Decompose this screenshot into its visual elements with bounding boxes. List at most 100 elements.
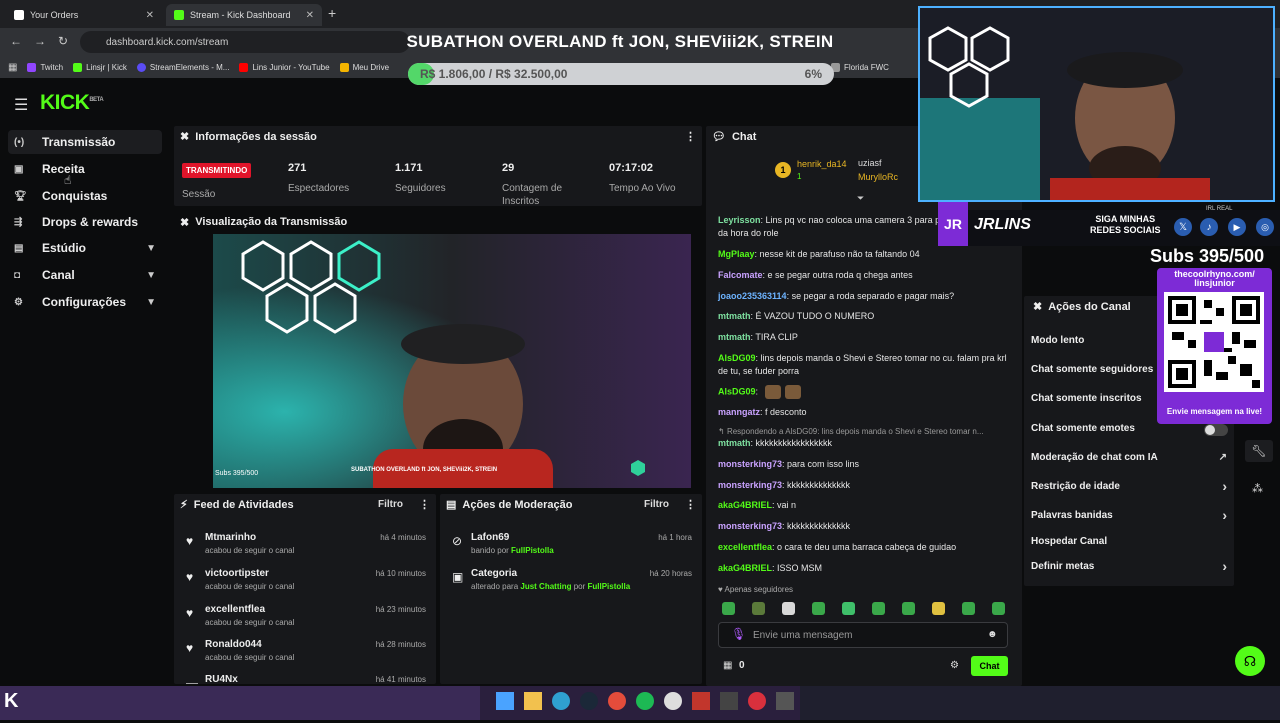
emote-icon[interactable] bbox=[782, 602, 795, 615]
chevron-down-icon[interactable]: ⏷ bbox=[857, 193, 864, 204]
pinned-user-2[interactable]: uziasf bbox=[858, 158, 882, 168]
edge-icon[interactable] bbox=[552, 692, 570, 710]
chat-bubble-icon: 💬︎ bbox=[712, 131, 726, 143]
steam-icon[interactable] bbox=[580, 692, 598, 710]
settings-icon[interactable]: ⚙ bbox=[950, 660, 959, 671]
emote-icon[interactable] bbox=[992, 602, 1005, 615]
chrome-icon[interactable] bbox=[608, 692, 626, 710]
emote-icon[interactable] bbox=[962, 602, 975, 615]
goal-progress-bar: R$ 1.806,00 / R$ 32.500,00 6% bbox=[408, 63, 834, 85]
chat-message-input[interactable]: Envie uma mensagem bbox=[718, 622, 1008, 648]
chat-send-button[interactable]: Chat bbox=[971, 656, 1008, 676]
feed-item: ▬ RU4Nx há 41 minutos bbox=[174, 670, 436, 684]
pinned-user-1[interactable]: henrik_da14 bbox=[797, 159, 847, 169]
new-tab-icon[interactable]: + bbox=[328, 5, 336, 21]
windows-start-icon[interactable] bbox=[496, 692, 514, 710]
url-field[interactable]: dashboard.kick.com/stream bbox=[80, 31, 410, 53]
revenue-icon: ▣ bbox=[14, 163, 24, 175]
bookmark-youtube[interactable]: Lins Junior - YouTube bbox=[239, 62, 330, 72]
apps-icon[interactable]: ▦ bbox=[8, 62, 17, 73]
channel-icon: ◘ bbox=[14, 269, 21, 281]
emote-icon[interactable] bbox=[872, 602, 885, 615]
stream-frame-image bbox=[213, 234, 691, 488]
pinned-user-3[interactable]: MurylloRc bbox=[858, 172, 916, 182]
bookmark-florida[interactable]: Florida FWC bbox=[831, 62, 889, 72]
ban-icon: ⊘ bbox=[452, 534, 463, 548]
spotify-icon[interactable] bbox=[636, 692, 654, 710]
sidebar-item-conquistas[interactable]: 🏆︎ Conquistas bbox=[8, 184, 162, 208]
calculator-icon[interactable] bbox=[776, 692, 794, 710]
social-text: SIGA MINHAS REDES SOCIAIS bbox=[1090, 214, 1161, 235]
action-host-channel[interactable]: Hospedar Canal bbox=[1031, 536, 1227, 547]
more-options-icon[interactable]: ⋮ bbox=[685, 130, 696, 143]
more-options-icon[interactable]: ⋮ bbox=[419, 498, 430, 511]
emote-icon[interactable] bbox=[752, 602, 765, 615]
close-icon[interactable]: ✕ bbox=[146, 10, 154, 21]
chat-message: akaG4BRIEL: vai n bbox=[718, 500, 797, 510]
subscribe-icon: ▬ bbox=[186, 676, 198, 684]
trophy-icon: 🏆︎ bbox=[14, 190, 27, 202]
emote-icon[interactable] bbox=[902, 602, 915, 615]
microphone-icon[interactable]: 🎙︎ bbox=[731, 627, 746, 641]
list-icon: ▤ bbox=[446, 499, 457, 511]
bookmark-drive[interactable]: Meu Drive bbox=[339, 62, 389, 72]
app-icon[interactable] bbox=[692, 692, 710, 710]
emote-icon[interactable] bbox=[812, 602, 825, 615]
emotes-only-toggle[interactable] bbox=[1204, 424, 1228, 436]
sidebar-item-canal[interactable]: ◘ Canal ▼ bbox=[8, 263, 162, 287]
moderation-title: Ações de Moderação bbox=[462, 498, 573, 511]
tab-your-orders[interactable]: Your Orders ✕ bbox=[6, 4, 162, 26]
sidebar-item-transmissao[interactable]: (•) Transmissão bbox=[8, 130, 162, 154]
heart-icon: ♥ bbox=[186, 570, 194, 584]
kick-logo[interactable]: KICKBETA bbox=[40, 91, 104, 115]
sidebar-item-estudio[interactable]: ▤ Estúdio ▼ bbox=[8, 236, 162, 260]
jr-logo-icon: JR bbox=[938, 202, 968, 246]
support-icon[interactable]: ☊ bbox=[1235, 646, 1265, 676]
more-options-icon[interactable]: ⋮ bbox=[685, 498, 696, 511]
bookmark-twitch[interactable]: Twitch bbox=[27, 62, 63, 72]
emote-icon[interactable] bbox=[722, 602, 735, 615]
stat-live-time: 07:17:02 Tempo Ao Vivo bbox=[609, 162, 676, 194]
menu-icon[interactable]: ☰ bbox=[14, 95, 28, 115]
back-icon[interactable]: ← bbox=[10, 34, 22, 48]
kick-favicon-icon bbox=[174, 10, 184, 20]
session-header: ✖ Informações da sessão ⋮ bbox=[180, 130, 696, 144]
stream-preview-video[interactable]: Subs 395/500 SUBATHON OVERLAND ft JON, S… bbox=[213, 234, 691, 488]
bookmark-streamelements[interactable]: StreamElements - M... bbox=[136, 62, 229, 72]
session-status: TRANSMITINDO Sessão bbox=[182, 162, 252, 201]
emote-icon[interactable] bbox=[842, 602, 855, 615]
feed-filter-button[interactable]: Filtro bbox=[378, 499, 403, 510]
forward-icon[interactable]: → bbox=[34, 34, 46, 48]
app-icon[interactable] bbox=[720, 692, 738, 710]
social-handle: JRLINS bbox=[974, 216, 1031, 233]
goal-amount: R$ 1.806,00 / R$ 32.500,00 bbox=[420, 67, 568, 81]
stat-subscribers: 29 Contagem de Inscritos bbox=[502, 162, 563, 207]
wrench-icon[interactable]: 🔧︎ bbox=[1245, 440, 1273, 462]
bookmark-kick[interactable]: Linsjr | Kick bbox=[73, 62, 127, 72]
folder-icon[interactable] bbox=[524, 692, 542, 710]
action-ai-moderation[interactable]: Moderação de chat com IA ↗ bbox=[1031, 452, 1227, 463]
action-age-restriction[interactable]: Restrição de idade › bbox=[1031, 479, 1227, 493]
chat-message: mtmath: TIRA CLIP bbox=[718, 332, 798, 342]
emote-icon[interactable] bbox=[932, 602, 945, 615]
sidebar-item-configuracoes[interactable]: ⚙ Configurações ▼ bbox=[8, 290, 162, 314]
chat-message: excellentflea: o cara te deu uma barraca… bbox=[718, 542, 957, 552]
moderation-filter-button[interactable]: Filtro bbox=[644, 499, 669, 510]
close-icon[interactable]: ✕ bbox=[306, 10, 314, 21]
chevron-down-icon: ▼ bbox=[146, 296, 156, 308]
action-set-goals[interactable]: Definir metas › bbox=[1031, 559, 1227, 573]
emoji-icon[interactable]: ☻ bbox=[987, 629, 998, 640]
action-emotes-only[interactable]: Chat somente emotes bbox=[1031, 423, 1227, 434]
reload-icon[interactable]: ↻ bbox=[58, 34, 68, 48]
tab-kick-dashboard[interactable]: Stream - Kick Dashboard ✕ bbox=[166, 4, 322, 26]
apps-icon[interactable]: ⁂ bbox=[1252, 482, 1263, 495]
app-icon[interactable] bbox=[748, 692, 766, 710]
sidebar-item-receita[interactable]: ▣ Receita bbox=[8, 157, 162, 181]
sidebar-item-drops[interactable]: ⇶ Drops & rewards bbox=[8, 210, 162, 234]
obs-icon[interactable] bbox=[664, 692, 682, 710]
kick-k-icon: K bbox=[4, 690, 19, 712]
live-badge: TRANSMITINDO bbox=[182, 163, 252, 178]
feed-item: ♥ Ronaldo044 acabou de seguir o canal há 2… bbox=[186, 639, 426, 662]
action-banned-words[interactable]: Palavras banidas › bbox=[1031, 508, 1227, 522]
shield-icon: ✖ bbox=[1033, 301, 1043, 313]
